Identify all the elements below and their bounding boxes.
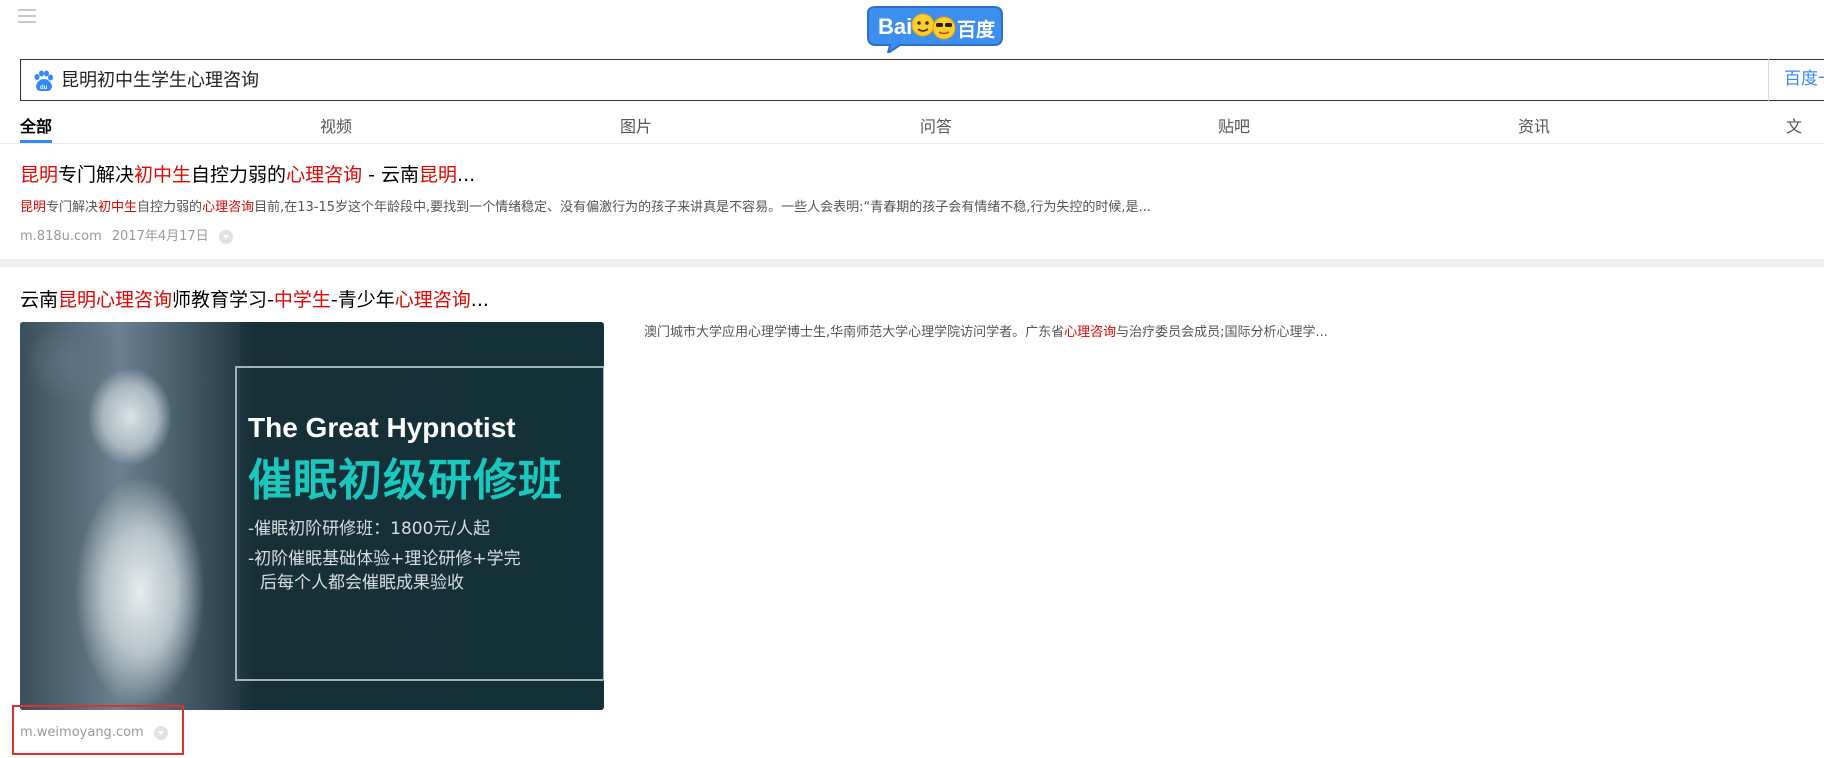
search-input[interactable]: 昆明初中生学生心理咨询 bbox=[61, 70, 259, 92]
desc-highlight: 心理咨询 bbox=[1064, 325, 1117, 340]
title-text: 师教育学习- bbox=[172, 289, 274, 311]
tab-bar: 全部 视频 图片 问答 贴吧 资讯 文 bbox=[0, 104, 1824, 144]
tab-images[interactable]: 图片 bbox=[620, 113, 652, 137]
title-highlight: 心理咨询 bbox=[394, 289, 471, 311]
title-highlight: 昆明 bbox=[419, 164, 458, 186]
svg-text:du: du bbox=[40, 85, 48, 91]
title-highlight: 中学生 bbox=[273, 289, 331, 311]
chevron-down-icon[interactable] bbox=[218, 229, 233, 244]
annotation-highlight-box bbox=[12, 705, 184, 755]
desc-text: 专门解决 bbox=[46, 200, 99, 215]
result-description: 澳门城市大学应用心理学博士生,华南师范大学心理学院访问学者。广东省心理咨询与治疗… bbox=[644, 321, 1328, 340]
result-thumbnail[interactable]: The Great Hypnotist 催眠初级研修班 -催眠初阶研修班：180… bbox=[20, 322, 604, 710]
svg-text:Bai: Bai bbox=[878, 14, 912, 39]
thumbnail-text-line: -初阶催眠基础体验+理论研修+学完 bbox=[248, 549, 521, 569]
thumbnail-text-line: -催眠初阶研修班：1800元/人起 bbox=[248, 519, 491, 539]
baidu-paw-icon: du bbox=[34, 70, 53, 91]
search-button[interactable]: 百度一下 bbox=[1768, 59, 1824, 101]
result-site[interactable]: m.818u.com bbox=[20, 229, 102, 244]
title-text: - 云南 bbox=[362, 164, 420, 186]
title-text: 云南 bbox=[20, 289, 59, 311]
baidu-logo[interactable]: Bai 百度 bbox=[860, 3, 1010, 56]
title-text: -青少年 bbox=[330, 289, 395, 311]
desc-text: 目前,在13-15岁这个年龄段中,要找到一个情绪稳定、没有偏激行为的孩子来讲真是… bbox=[254, 200, 1151, 215]
svg-text:百度: 百度 bbox=[957, 18, 996, 41]
hamburger-menu-icon[interactable] bbox=[18, 9, 36, 25]
tab-video[interactable]: 视频 bbox=[320, 113, 352, 137]
desc-highlight: 昆明 bbox=[20, 200, 47, 215]
search-results-page: Bai 百度 du 昆明初中生学生心理咨询 百度一下 全部 视频 bbox=[0, 0, 1824, 758]
result-title[interactable]: 云南昆明心理咨询师教育学习-中学生-青少年心理咨询... bbox=[20, 285, 489, 312]
thumbnail-text-line: 后每个人都会催眠成果验收 bbox=[260, 573, 464, 593]
thumbnail-figure-image bbox=[20, 322, 240, 710]
tab-news[interactable]: 资讯 bbox=[1518, 113, 1550, 137]
thumbnail-heading-cn: 催眠初级研修班 bbox=[248, 455, 563, 506]
title-highlight: 昆明心理咨询 bbox=[58, 289, 173, 311]
desc-highlight: 心理咨询 bbox=[202, 200, 255, 215]
desc-text: 自控力弱的 bbox=[137, 200, 203, 215]
active-tab-indicator bbox=[20, 140, 52, 143]
title-text: ... bbox=[457, 164, 476, 186]
desc-highlight: 初中生 bbox=[98, 200, 138, 215]
desc-text: 与治疗委员会成员;国际分析心理学... bbox=[1116, 325, 1328, 340]
result-title[interactable]: 昆明专门解决初中生自控力弱的心理咨询 - 云南昆明... bbox=[20, 160, 475, 187]
result-description: 昆明专门解决初中生自控力弱的心理咨询目前,在13-15岁这个年龄段中,要找到一个… bbox=[20, 196, 1151, 215]
thumbnail-heading-en: The Great Hypnotist bbox=[248, 412, 516, 443]
title-highlight: 初中生 bbox=[134, 164, 192, 186]
result-separator bbox=[0, 259, 1824, 267]
title-text: ... bbox=[470, 289, 489, 311]
tab-tieba[interactable]: 贴吧 bbox=[1218, 113, 1250, 137]
result-date: 2017年4月17日 bbox=[111, 229, 209, 244]
desc-text: 澳门城市大学应用心理学博士生,华南师范大学心理学院访问学者。广东省 bbox=[644, 325, 1065, 340]
search-box[interactable]: du 昆明初中生学生心理咨询 百度一下 bbox=[20, 59, 1824, 101]
title-text: 自控力弱的 bbox=[191, 164, 287, 186]
result-meta: m.818u.com 2017年4月17日 bbox=[20, 225, 233, 244]
title-highlight: 心理咨询 bbox=[286, 164, 363, 186]
title-text: 专门解决 bbox=[58, 164, 135, 186]
tab-all[interactable]: 全部 bbox=[20, 113, 52, 137]
tab-wenku[interactable]: 文 bbox=[1786, 113, 1802, 137]
title-highlight: 昆明 bbox=[20, 164, 59, 186]
tab-qa[interactable]: 问答 bbox=[920, 113, 952, 137]
